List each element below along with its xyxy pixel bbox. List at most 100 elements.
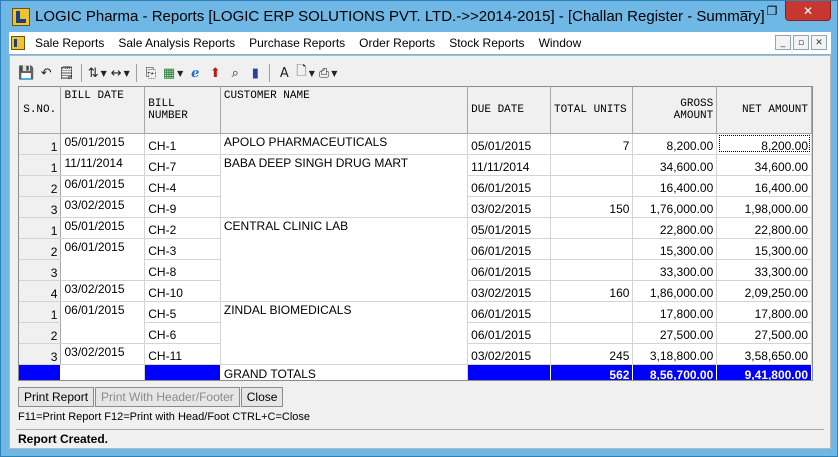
cell-due-date[interactable]: 06/01/2015 xyxy=(467,259,551,281)
table-row[interactable]: 3 03/02/2015 CH-9 03/02/2015 150 1,76,000.00 1… xyxy=(19,196,812,218)
browser-icon[interactable]: ℯ xyxy=(185,63,205,83)
preview-icon[interactable]: 🗋 ▼ xyxy=(294,63,317,83)
menu-sale-reports[interactable]: Sale Reports xyxy=(28,36,111,50)
menu-stock-reports[interactable]: Stock Reports xyxy=(442,36,531,50)
header-bill-date[interactable]: BILL DATE xyxy=(60,87,146,134)
cell-total-units[interactable]: 160 xyxy=(550,280,634,302)
cell-gross-amount[interactable]: 1,76,000.00 xyxy=(632,196,718,218)
cell-due-date[interactable]: 03/02/2015 xyxy=(467,280,551,302)
cell-due-date[interactable]: 06/01/2015 xyxy=(467,175,551,197)
cell-sno[interactable]: 3 xyxy=(19,196,62,218)
cell-total-units[interactable]: 7 xyxy=(550,133,634,155)
cell-bill-number[interactable]: CH-2 xyxy=(144,217,221,239)
cell-bill-date[interactable]: 03/02/2015 xyxy=(60,280,146,302)
cell-sno[interactable]: 4 xyxy=(19,280,62,302)
cell-bill-number[interactable]: CH-8 xyxy=(144,259,221,281)
cell-gross-amount[interactable]: 27,500.00 xyxy=(632,322,718,344)
table-row[interactable]: 3 CH-8 06/01/2015 33,300.00 33,300.00 xyxy=(19,259,812,281)
cell-net-amount[interactable]: 33,300.00 xyxy=(716,259,812,281)
cell-gross-amount[interactable]: 15,300.00 xyxy=(632,238,718,260)
document-logo-icon[interactable] xyxy=(11,36,25,50)
cell-due-date[interactable]: 06/01/2015 xyxy=(467,301,551,323)
cell-bill-date[interactable]: 06/01/2015 xyxy=(60,175,146,197)
minimize-button[interactable]: — xyxy=(732,1,759,21)
cell-net-amount[interactable]: 3,58,650.00 xyxy=(716,343,812,365)
table-row[interactable]: 1 05/01/2015 CH-2 CENTRAL CLINIC LAB 05/01/2… xyxy=(19,217,812,239)
table-row[interactable]: 1 05/01/2015 CH-1 APOLO PHARMACEUTICALS 05/0… xyxy=(19,133,812,155)
up-arrow-icon[interactable]: ⬆ xyxy=(205,63,225,83)
mdi-close-button[interactable]: ✕ xyxy=(811,35,827,50)
report-grid[interactable]: S.NO. BILL DATE BILL NUMBER CUSTOMER NAM… xyxy=(18,86,813,381)
header-gross-amount[interactable]: GROSS AMOUNT xyxy=(632,87,718,134)
cell-total-units[interactable] xyxy=(550,217,634,239)
cell-bill-date[interactable]: 03/02/2015 xyxy=(60,343,146,365)
cell-due-date[interactable]: 06/01/2015 xyxy=(467,322,551,344)
cell-due-date[interactable]: 05/01/2015 xyxy=(467,217,551,239)
print-icon[interactable]: ⎙ ▼ xyxy=(317,63,340,83)
excel-icon[interactable]: ▦ ▼ xyxy=(161,63,185,83)
cell-bill-date[interactable]: 05/01/2015 xyxy=(60,133,146,155)
cell-customer-name[interactable] xyxy=(220,259,469,280)
cell-due-date[interactable]: 11/11/2014 xyxy=(467,154,551,176)
header-bill-number[interactable]: BILL NUMBER xyxy=(144,87,221,134)
cell-bill-number[interactable]: CH-1 xyxy=(144,133,221,155)
cell-total-units[interactable]: 245 xyxy=(550,343,634,365)
notes-icon[interactable]: 🗒 xyxy=(56,63,77,83)
cell-gross-amount[interactable]: 17,800.00 xyxy=(632,301,718,323)
chart-icon[interactable]: ▮ xyxy=(245,63,265,83)
save-icon[interactable]: 💾 xyxy=(16,63,36,83)
cell-bill-date[interactable] xyxy=(60,259,146,281)
cell-gross-amount[interactable]: 8,200.00 xyxy=(632,133,718,155)
menu-purchase-reports[interactable]: Purchase Reports xyxy=(242,36,352,50)
cell-bill-number[interactable]: CH-5 xyxy=(144,301,221,323)
cell-customer-name[interactable] xyxy=(220,343,469,365)
print-report-button[interactable]: Print Report xyxy=(18,387,95,407)
mdi-minimize-button[interactable]: _ xyxy=(775,35,791,50)
cell-gross-amount[interactable]: 22,800.00 xyxy=(632,217,718,239)
cell-bill-date[interactable] xyxy=(60,322,146,344)
table-row[interactable]: 2 06/01/2015 CH-3 06/01/2015 15,300.00 15,300… xyxy=(19,238,812,260)
table-row[interactable]: 2 CH-6 06/01/2015 27,500.00 27,500.00 xyxy=(19,322,812,344)
cell-bill-date[interactable]: 11/11/2014 xyxy=(60,154,146,176)
cell-total-units[interactable] xyxy=(550,259,634,281)
cell-net-amount[interactable]: 27,500.00 xyxy=(716,322,812,344)
cell-total-units[interactable] xyxy=(550,175,634,197)
cell-gross-amount[interactable]: 34,600.00 xyxy=(632,154,718,176)
table-row[interactable]: 1 06/01/2015 CH-5 ZINDAL BIOMEDICALS 06/01/2… xyxy=(19,301,812,323)
cell-due-date[interactable]: 03/02/2015 xyxy=(467,343,551,365)
cell-sno[interactable]: 1 xyxy=(19,133,62,155)
table-row[interactable]: 2 06/01/2015 CH-4 06/01/2015 16,400.00 16,400… xyxy=(19,175,812,197)
find-icon[interactable]: ⌕ xyxy=(225,63,245,83)
cell-total-units[interactable] xyxy=(550,154,634,176)
cell-bill-number[interactable]: CH-10 xyxy=(144,280,221,302)
title-bar[interactable]: LOGIC Pharma - Reports [LOGIC ERP SOLUTI… xyxy=(1,1,837,31)
cell-customer-name[interactable]: BABA DEEP SINGH DRUG MART xyxy=(220,154,469,175)
font-icon[interactable]: A xyxy=(274,63,294,83)
mdi-restore-button[interactable]: ▫ xyxy=(793,35,809,50)
print-with-header-footer-button[interactable]: Print With Header/Footer xyxy=(95,387,240,407)
cell-total-units[interactable] xyxy=(550,301,634,323)
menu-order-reports[interactable]: Order Reports xyxy=(352,36,442,50)
table-row[interactable]: 3 03/02/2015 CH-11 03/02/2015 245 3,18,800.00… xyxy=(19,343,812,365)
header-sno[interactable]: S.NO. xyxy=(19,87,62,134)
cell-gross-amount[interactable]: 16,400.00 xyxy=(632,175,718,197)
cell-customer-name[interactable]: CENTRAL CLINIC LAB xyxy=(220,217,469,238)
table-row[interactable]: 1 11/11/2014 CH-7 BABA DEEP SINGH DRUG MART… xyxy=(19,154,812,176)
header-net-amount[interactable]: NET AMOUNT xyxy=(716,87,812,134)
sort-icon[interactable]: ⇅ ▼ xyxy=(86,63,109,83)
cell-customer-name[interactable]: APOLO PHARMACEUTICALS xyxy=(220,133,469,155)
cell-sno[interactable]: 3 xyxy=(19,343,62,365)
cell-total-units[interactable]: 150 xyxy=(550,196,634,218)
cell-sno[interactable]: 2 xyxy=(19,175,62,197)
cell-net-amount[interactable]: 34,600.00 xyxy=(716,154,812,176)
cell-bill-date[interactable]: 06/01/2015 xyxy=(60,238,146,259)
header-customer-name[interactable]: CUSTOMER NAME xyxy=(220,87,469,134)
cell-bill-number[interactable]: CH-7 xyxy=(144,154,221,176)
cell-net-amount[interactable]: 2,09,250.00 xyxy=(716,280,812,302)
cell-bill-date[interactable]: 03/02/2015 xyxy=(60,196,146,218)
cell-net-amount[interactable]: 15,300.00 xyxy=(716,238,812,260)
cell-net-amount[interactable]: 16,400.00 xyxy=(716,175,812,197)
cell-due-date[interactable]: 06/01/2015 xyxy=(467,238,551,260)
cell-total-units[interactable] xyxy=(550,322,634,344)
cell-due-date[interactable]: 05/01/2015 xyxy=(467,133,551,155)
